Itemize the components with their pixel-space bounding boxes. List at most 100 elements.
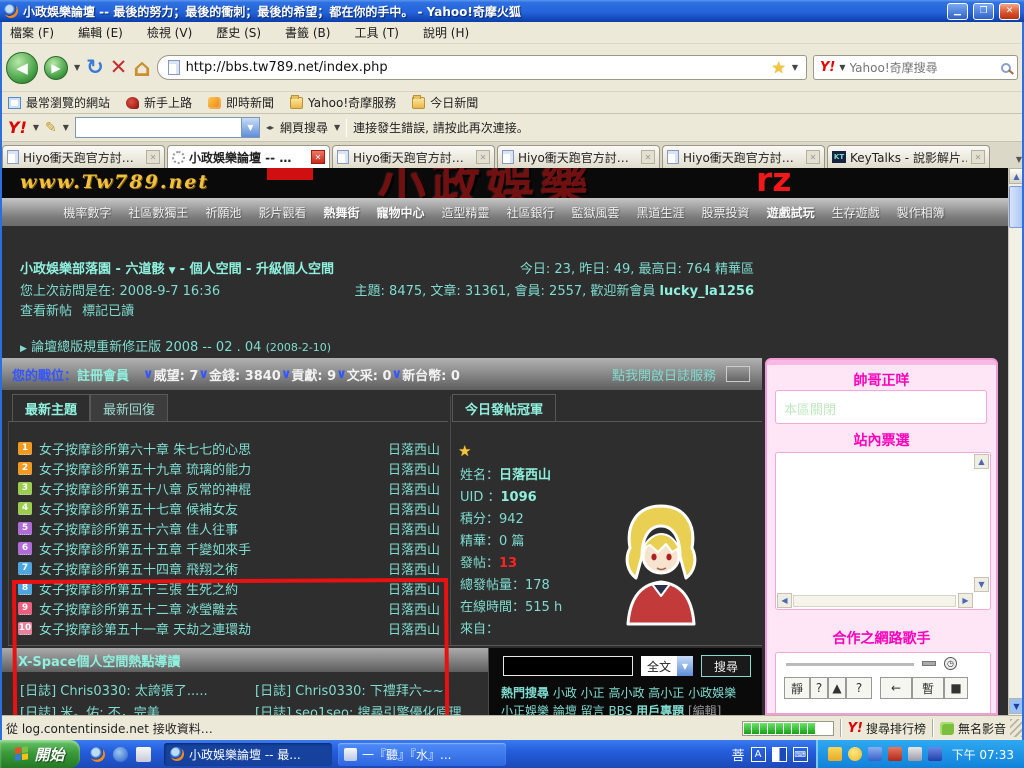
tab-hiyo-4[interactable]: Hiyo衝天跑官方討…✕ [662, 145, 825, 168]
taskbar-window-music[interactable]: 一『聽』『水』... [338, 743, 506, 766]
thread-row[interactable]: 8女子按摩診所第五十三張 生死之約日落西山 [18, 579, 440, 597]
bookmark-yahoo-services[interactable]: Yahoo!奇摩服務 [290, 94, 396, 111]
tab-close-icon[interactable]: ✕ [311, 150, 325, 164]
network-tray-icon[interactable] [868, 747, 882, 761]
pencil-icon[interactable]: ✎ [45, 120, 57, 136]
thread-row[interactable]: 1女子按摩診所第六十章 朱七七的心思日落西山 [18, 439, 440, 457]
url-dropdown-icon[interactable]: ▼ [792, 63, 798, 72]
thread-title-link[interactable]: 女子按摩診所第五十六章 佳人往事 [39, 519, 238, 538]
taskbar-window-forum[interactable]: 小政娛樂論壇 -- 最... [164, 743, 332, 766]
search-input[interactable] [850, 61, 998, 75]
player-pause-button[interactable]: 暫 [912, 677, 944, 699]
nav-item[interactable]: 黑道生涯 [637, 204, 685, 221]
new-member-link[interactable]: lucky_la1256 [660, 284, 754, 299]
tab-close-icon[interactable]: ✕ [806, 150, 820, 164]
player-stop-button[interactable]: ■ [944, 677, 968, 699]
nav-item[interactable]: 熱舞街 [323, 204, 359, 221]
horizontal-scrollbar[interactable] [793, 595, 956, 607]
mark-read-link[interactable]: 標記已讀 [82, 304, 134, 319]
thread-title-link[interactable]: 女子按摩診所第五十八章 反常的神棍 [39, 479, 251, 498]
start-button[interactable]: 開始 [0, 740, 80, 768]
forward-button[interactable]: ▶ [44, 56, 68, 80]
mail-tray-icon[interactable] [828, 747, 842, 761]
thread-title-link[interactable]: 女子按摩診所第五十九章 琉璃的能力 [39, 459, 251, 478]
yahoo-toolbar-search-input[interactable] [76, 118, 241, 137]
bookmark-today-news[interactable]: 今日新聞 [412, 94, 478, 111]
volume-tray-icon[interactable] [908, 747, 922, 761]
tab-close-icon[interactable]: ✕ [476, 150, 490, 164]
thread-title-link[interactable]: 女子按摩診所第五十七章 候補女友 [39, 499, 238, 518]
yahoo-search-box[interactable]: Y! ▼ [813, 55, 1018, 80]
tab-close-icon[interactable]: ✕ [971, 150, 985, 164]
thread-author-link[interactable]: 日落西山 [388, 599, 440, 618]
thread-row[interactable]: 4女子按摩診所第五十七章 候補女友日落西山 [18, 499, 440, 517]
search-submit-button[interactable]: 搜尋 [701, 655, 751, 677]
forum-search-input[interactable] [503, 656, 633, 676]
thread-author-link[interactable]: 日落西山 [388, 499, 440, 518]
close-button[interactable]: ✕ [999, 3, 1020, 20]
thread-author-link[interactable]: 日落西山 [388, 619, 440, 638]
thread-author-link[interactable]: 日落西山 [388, 439, 440, 458]
tab-hiyo-2[interactable]: Hiyo衝天跑官方討…✕ [332, 145, 495, 168]
pencil-dropdown-icon[interactable]: ▼ [63, 123, 69, 132]
announcement-link[interactable]: 論壇總版規重新修正版 2008 -- 02 . 04 [31, 340, 261, 355]
announcement[interactable]: ▶ 論壇總版規重新修正版 2008 -- 02 . 04 (2008-2-10) [20, 336, 331, 355]
tab-active-forum[interactable]: 小政娛樂論壇 -- …✕ [167, 145, 330, 168]
thread-author-link[interactable]: 日落西山 [388, 559, 440, 578]
connection-error-link[interactable]: 連接發生錯誤, 請按此再次連接。 [353, 119, 529, 136]
menu-view[interactable]: 檢視 (V) [147, 24, 192, 41]
thread-row[interactable]: 3女子按摩診所第五十八章 反常的神棍日落西山 [18, 479, 440, 497]
show-desktop-icon[interactable] [136, 747, 151, 762]
thread-row[interactable]: 7女子按摩診所第五十四章 飛翔之術日落西山 [18, 559, 440, 577]
tab-keytalks[interactable]: KTKeyTalks - 說影解片…✕ [827, 145, 990, 168]
menu-history[interactable]: 歷史 (S) [216, 24, 261, 41]
tab-newest-replies[interactable]: 最新回復 [90, 394, 168, 422]
tab-hiyo-3[interactable]: Hiyo衝天跑官方討…✕ [497, 145, 660, 168]
smiley-tray-icon[interactable] [848, 747, 862, 761]
nav-item[interactable]: 製作相簿 [897, 204, 945, 221]
search-engine-dropdown-icon[interactable]: ▼ [839, 63, 845, 72]
scroll-down-icon[interactable]: ▼ [974, 577, 989, 592]
minimize-button[interactable]: ▁ [947, 3, 968, 20]
breadcrumb-left[interactable]: 小政娛樂部落園 - 六道骸 [20, 262, 164, 277]
bookmark-getting-started[interactable]: 新手上路 [126, 94, 192, 111]
maximize-button[interactable]: ❐ [973, 3, 994, 20]
thread-title-link[interactable]: 女子按摩診所第六十章 朱七七的心思 [39, 439, 251, 458]
hot-search-line1[interactable]: 熱門搜尋 小政 小正 高小政 高小正 小政娛樂 [501, 684, 736, 701]
thread-author-link[interactable]: 日落西山 [388, 459, 440, 478]
yahoo-rank-button[interactable]: Y! 搜尋排行榜 [848, 720, 926, 737]
thread-author-link[interactable]: 日落西山 [388, 579, 440, 598]
thread-title-link[interactable]: 女子按摩診所第五十三張 生死之約 [39, 579, 238, 598]
xspace-link[interactable]: [日誌] Chris0330: 下禮拜六~~ [255, 680, 444, 699]
chevron-down-icon[interactable]: ▼ [677, 656, 693, 676]
firefox-quicklaunch-icon[interactable] [90, 747, 105, 762]
thread-author-link[interactable]: 日落西山 [388, 539, 440, 558]
bookmark-star-icon[interactable]: ★ [772, 58, 786, 77]
xspace-link[interactable]: [日誌] 米。佑: 不，完美 [20, 702, 160, 715]
search-scope-select[interactable]: 全文 ▼ [641, 656, 693, 676]
menu-help[interactable]: 說明 (H) [423, 24, 469, 41]
ime-keyboard-icon[interactable]: ⌨ [793, 747, 808, 762]
player-button[interactable]: ? [846, 677, 872, 699]
quicklaunch-icon[interactable] [113, 747, 128, 762]
bookmark-most-visited[interactable]: 最常瀏覽的網站 [8, 94, 110, 111]
nav-item[interactable]: 遊戲試玩 [767, 204, 815, 221]
book-tray-icon[interactable] [928, 747, 942, 761]
thread-row[interactable]: 6女子按摩診所第五十五章 千變如來手日落西山 [18, 539, 440, 557]
url-text[interactable]: http://bbs.tw789.net/index.php [186, 60, 766, 75]
splitter-icon[interactable]: ◂▸ [266, 123, 274, 132]
breadcrumb-right[interactable]: - 個人空間 - 升級個人空間 [180, 262, 334, 277]
nav-item[interactable]: 寵物中心 [376, 204, 424, 221]
player-dial-icon[interactable]: ◷ [944, 657, 957, 670]
menu-file[interactable]: 檔案 (F) [10, 24, 54, 41]
thread-title-link[interactable]: 女子按摩診所第五十五章 千變如來手 [39, 539, 251, 558]
thread-author-link[interactable]: 日落西山 [388, 479, 440, 498]
nav-item[interactable]: 生存遊戲 [832, 204, 880, 221]
wretch-video-button[interactable]: 無名影音 [940, 720, 1010, 737]
player-mute-button[interactable]: 靜 [784, 677, 810, 699]
nav-item[interactable]: 祈願池 [205, 204, 241, 221]
blog-badge-icon[interactable] [726, 366, 750, 382]
search-icon[interactable] [1001, 63, 1011, 73]
chevron-down-icon[interactable]: ▼ [169, 266, 176, 276]
thread-title-link[interactable]: 女子按摩診所第五十二章 冰瑩離去 [39, 599, 238, 618]
